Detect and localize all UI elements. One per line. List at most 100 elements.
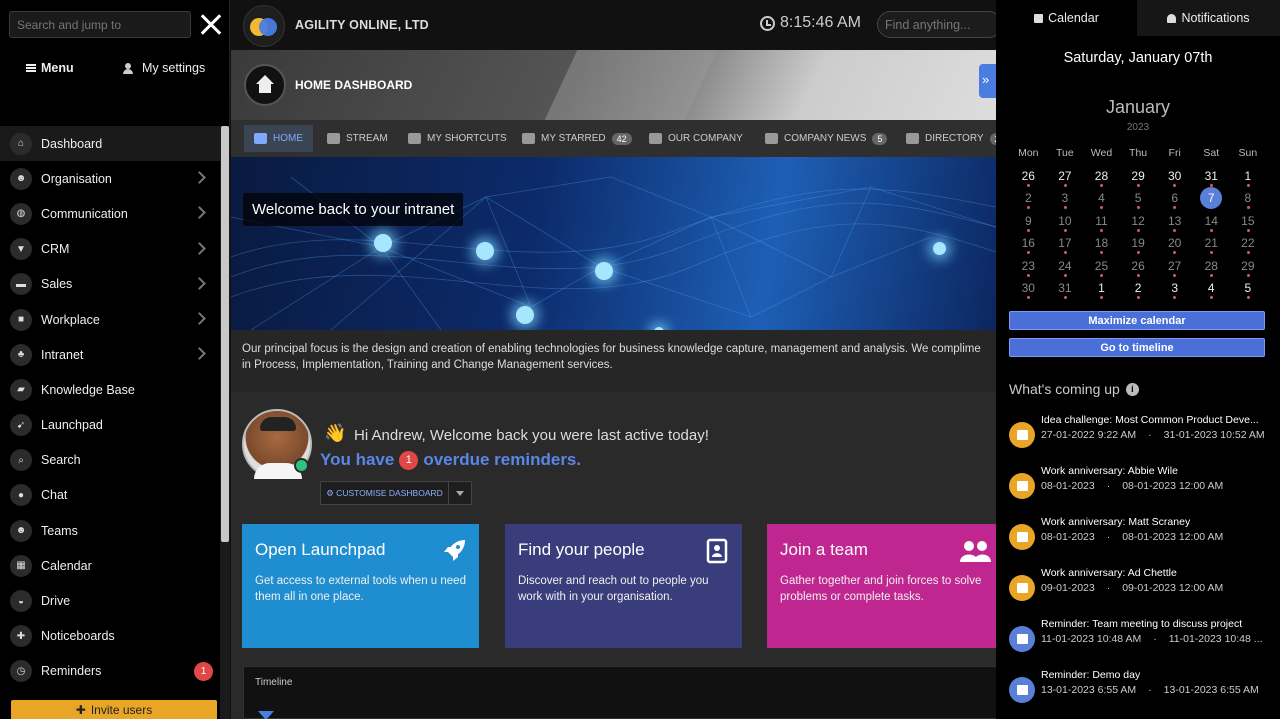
sidebar-item-workplace[interactable]: ■ Workplace	[0, 302, 220, 337]
calendar-day[interactable]: 1	[1083, 279, 1120, 302]
calendar-day[interactable]: 29	[1120, 167, 1157, 190]
sidebar-item-communication[interactable]: ◍ Communication	[0, 196, 220, 231]
calendar-day[interactable]: 25	[1083, 257, 1120, 280]
calendar-day-today[interactable]: 7	[1193, 187, 1230, 212]
calendar-day[interactable]: 14	[1193, 212, 1230, 235]
calendar-day[interactable]: 30	[1010, 279, 1047, 302]
calendar-day[interactable]: 5	[1120, 189, 1157, 212]
overdue-reminders-link[interactable]: You have 1 overdue reminders.	[320, 450, 581, 470]
calendar-icon	[1009, 626, 1035, 652]
calendar-day[interactable]: 8	[1230, 189, 1267, 212]
day-number: 2	[1134, 281, 1142, 295]
calendar-day[interactable]: 26	[1120, 257, 1157, 280]
calendar-day[interactable]: 19	[1120, 234, 1157, 257]
invite-users-button[interactable]: ✚ Invite users	[11, 700, 217, 719]
expand-panel-button[interactable]: »	[979, 64, 996, 98]
sidebar-item-label: Reminders	[41, 664, 102, 679]
my-settings-button[interactable]: My settings	[123, 61, 205, 75]
calendar-day[interactable]: 28	[1083, 167, 1120, 190]
customise-dashboard-button[interactable]: ⚙ CUSTOMISE DASHBOARD	[321, 482, 449, 504]
upcoming-event[interactable]: Reminder: Demo day 13-01-2023 6:55 AM · 13-…	[1009, 669, 1277, 713]
upcoming-event[interactable]: Reminder: Team meeting to discuss projec…	[1009, 618, 1277, 662]
tab-stream[interactable]: STREAM	[317, 125, 398, 152]
calendar-day[interactable]: 15	[1230, 212, 1267, 235]
info-icon[interactable]: i	[1125, 382, 1139, 396]
calendar-day[interactable]: 10	[1047, 212, 1084, 235]
calendar-day[interactable]: 3	[1156, 279, 1193, 302]
event-end: 08-01-2023 12:00 AM	[1122, 480, 1224, 492]
card-join-a-team[interactable]: Join a team Gather together and join for…	[767, 524, 996, 648]
upcoming-event[interactable]: Work anniversary: Matt Scraney 08-01-2023…	[1009, 516, 1277, 560]
company-logo[interactable]	[243, 5, 285, 47]
event-start: 09-01-2023	[1041, 582, 1095, 594]
upcoming-event[interactable]: Idea challenge: Most Common Product Deve…	[1009, 414, 1277, 458]
sidebar-item-knowledge-base[interactable]: ▰ Knowledge Base	[0, 372, 220, 407]
sidebar-search-input[interactable]	[9, 11, 191, 38]
card-find-your-people[interactable]: Find your people Discover and reach out …	[505, 524, 742, 648]
calendar-day[interactable]: 23	[1010, 257, 1047, 280]
upcoming-event[interactable]: Work anniversary: Abbie Wile 08-01-2023 · 0…	[1009, 465, 1277, 509]
sidebar-item-reminders[interactable]: ◷ Reminders 1	[0, 654, 220, 689]
calendar-day[interactable]: 24	[1047, 257, 1084, 280]
calendar-day[interactable]: 12	[1120, 212, 1157, 235]
sidebar-item-teams[interactable]: ☻ Teams	[0, 513, 220, 548]
calendar-day[interactable]: 26	[1010, 167, 1047, 190]
calendar-day[interactable]: 2	[1120, 279, 1157, 302]
upcoming-event[interactable]: Work anniversary: Ad Chettle 09-01-2023 · 0…	[1009, 567, 1277, 611]
calendar-day[interactable]: 21	[1193, 234, 1230, 257]
tab-our-company[interactable]: OUR COMPANY	[639, 125, 753, 152]
global-search-input[interactable]	[877, 11, 996, 38]
calendar-day[interactable]: 2	[1010, 189, 1047, 212]
calendar-day[interactable]: 22	[1230, 234, 1267, 257]
tab-my-starred[interactable]: MY STARRED 42	[512, 125, 642, 152]
tab-calendar[interactable]: Calendar	[996, 0, 1137, 36]
calendar-day[interactable]: 4	[1193, 279, 1230, 302]
sidebar-item-calendar[interactable]: ▦ Calendar	[0, 548, 220, 583]
sidebar-item-crm[interactable]: ▼ CRM	[0, 232, 220, 267]
sidebar-item-launchpad[interactable]: ➹ Launchpad	[0, 408, 220, 443]
tab-company-news[interactable]: COMPANY NEWS 5	[755, 125, 897, 152]
calendar-day[interactable]: 6	[1156, 189, 1193, 212]
calendar-day[interactable]: 16	[1010, 234, 1047, 257]
calendar-day[interactable]: 3	[1047, 189, 1084, 212]
calendar-day[interactable]: 27	[1156, 257, 1193, 280]
sidebar-item-organisation[interactable]: ☻ Organisation	[0, 161, 220, 196]
dashboard-tabs: HOME STREAM MY SHORTCUTS MY STARRED 42 OUR CO…	[231, 120, 996, 157]
maximize-calendar-button[interactable]: Maximize calendar	[1009, 311, 1265, 330]
close-icon[interactable]	[197, 8, 225, 40]
card-open-launchpad[interactable]: Open Launchpad Get access to external to…	[242, 524, 479, 648]
calendar-day[interactable]: 4	[1083, 189, 1120, 212]
calendar-day[interactable]: 27	[1047, 167, 1084, 190]
tab-my-shortcuts[interactable]: MY SHORTCUTS	[398, 125, 517, 152]
sidebar-item-noticeboards[interactable]: ✚ Noticeboards	[0, 619, 220, 654]
sidebar-item-drive[interactable]: ◒ Drive	[0, 583, 220, 618]
calendar-day[interactable]: 13	[1156, 212, 1193, 235]
go-to-timeline-button[interactable]: Go to timeline	[1009, 338, 1265, 357]
calendar-day[interactable]: 5	[1230, 279, 1267, 302]
calendar-day[interactable]: 28	[1193, 257, 1230, 280]
sidebar-item-search[interactable]: ⌕ Search	[0, 443, 220, 478]
calendar-day[interactable]: 29	[1230, 257, 1267, 280]
calendar-day[interactable]: 9	[1010, 212, 1047, 235]
sidebar-item-intranet[interactable]: ♣ Intranet	[0, 337, 220, 372]
chevron-down-icon[interactable]	[449, 482, 471, 504]
calendar-day[interactable]: 20	[1156, 234, 1193, 257]
sidebar-item-sales[interactable]: ▬ Sales	[0, 267, 220, 302]
scrollbar-thumb[interactable]	[221, 126, 229, 542]
calendar-day[interactable]: 11	[1083, 212, 1120, 235]
tab-notifications[interactable]: Notifications	[1137, 0, 1280, 36]
calendar-day[interactable]: 31	[1047, 279, 1084, 302]
sidebar-item-chat[interactable]: ● Chat	[0, 478, 220, 513]
sidebar-item-dashboard[interactable]: ⌂ Dashboard	[0, 126, 220, 162]
day-number: 26	[1021, 168, 1035, 183]
tab-directory[interactable]: DIRECTORY2	[896, 125, 996, 152]
triangle-down-icon[interactable]	[258, 711, 274, 719]
invite-label: Invite users	[90, 702, 153, 717]
calendar-day[interactable]: 30	[1156, 167, 1193, 190]
calendar-day[interactable]: 1	[1230, 167, 1267, 190]
calendar-day[interactable]: 17	[1047, 234, 1084, 257]
tab-home[interactable]: HOME	[244, 125, 313, 152]
calendar-day[interactable]: 31	[1193, 167, 1230, 190]
calendar-day[interactable]: 18	[1083, 234, 1120, 257]
menu-button[interactable]: Menu	[26, 61, 74, 75]
